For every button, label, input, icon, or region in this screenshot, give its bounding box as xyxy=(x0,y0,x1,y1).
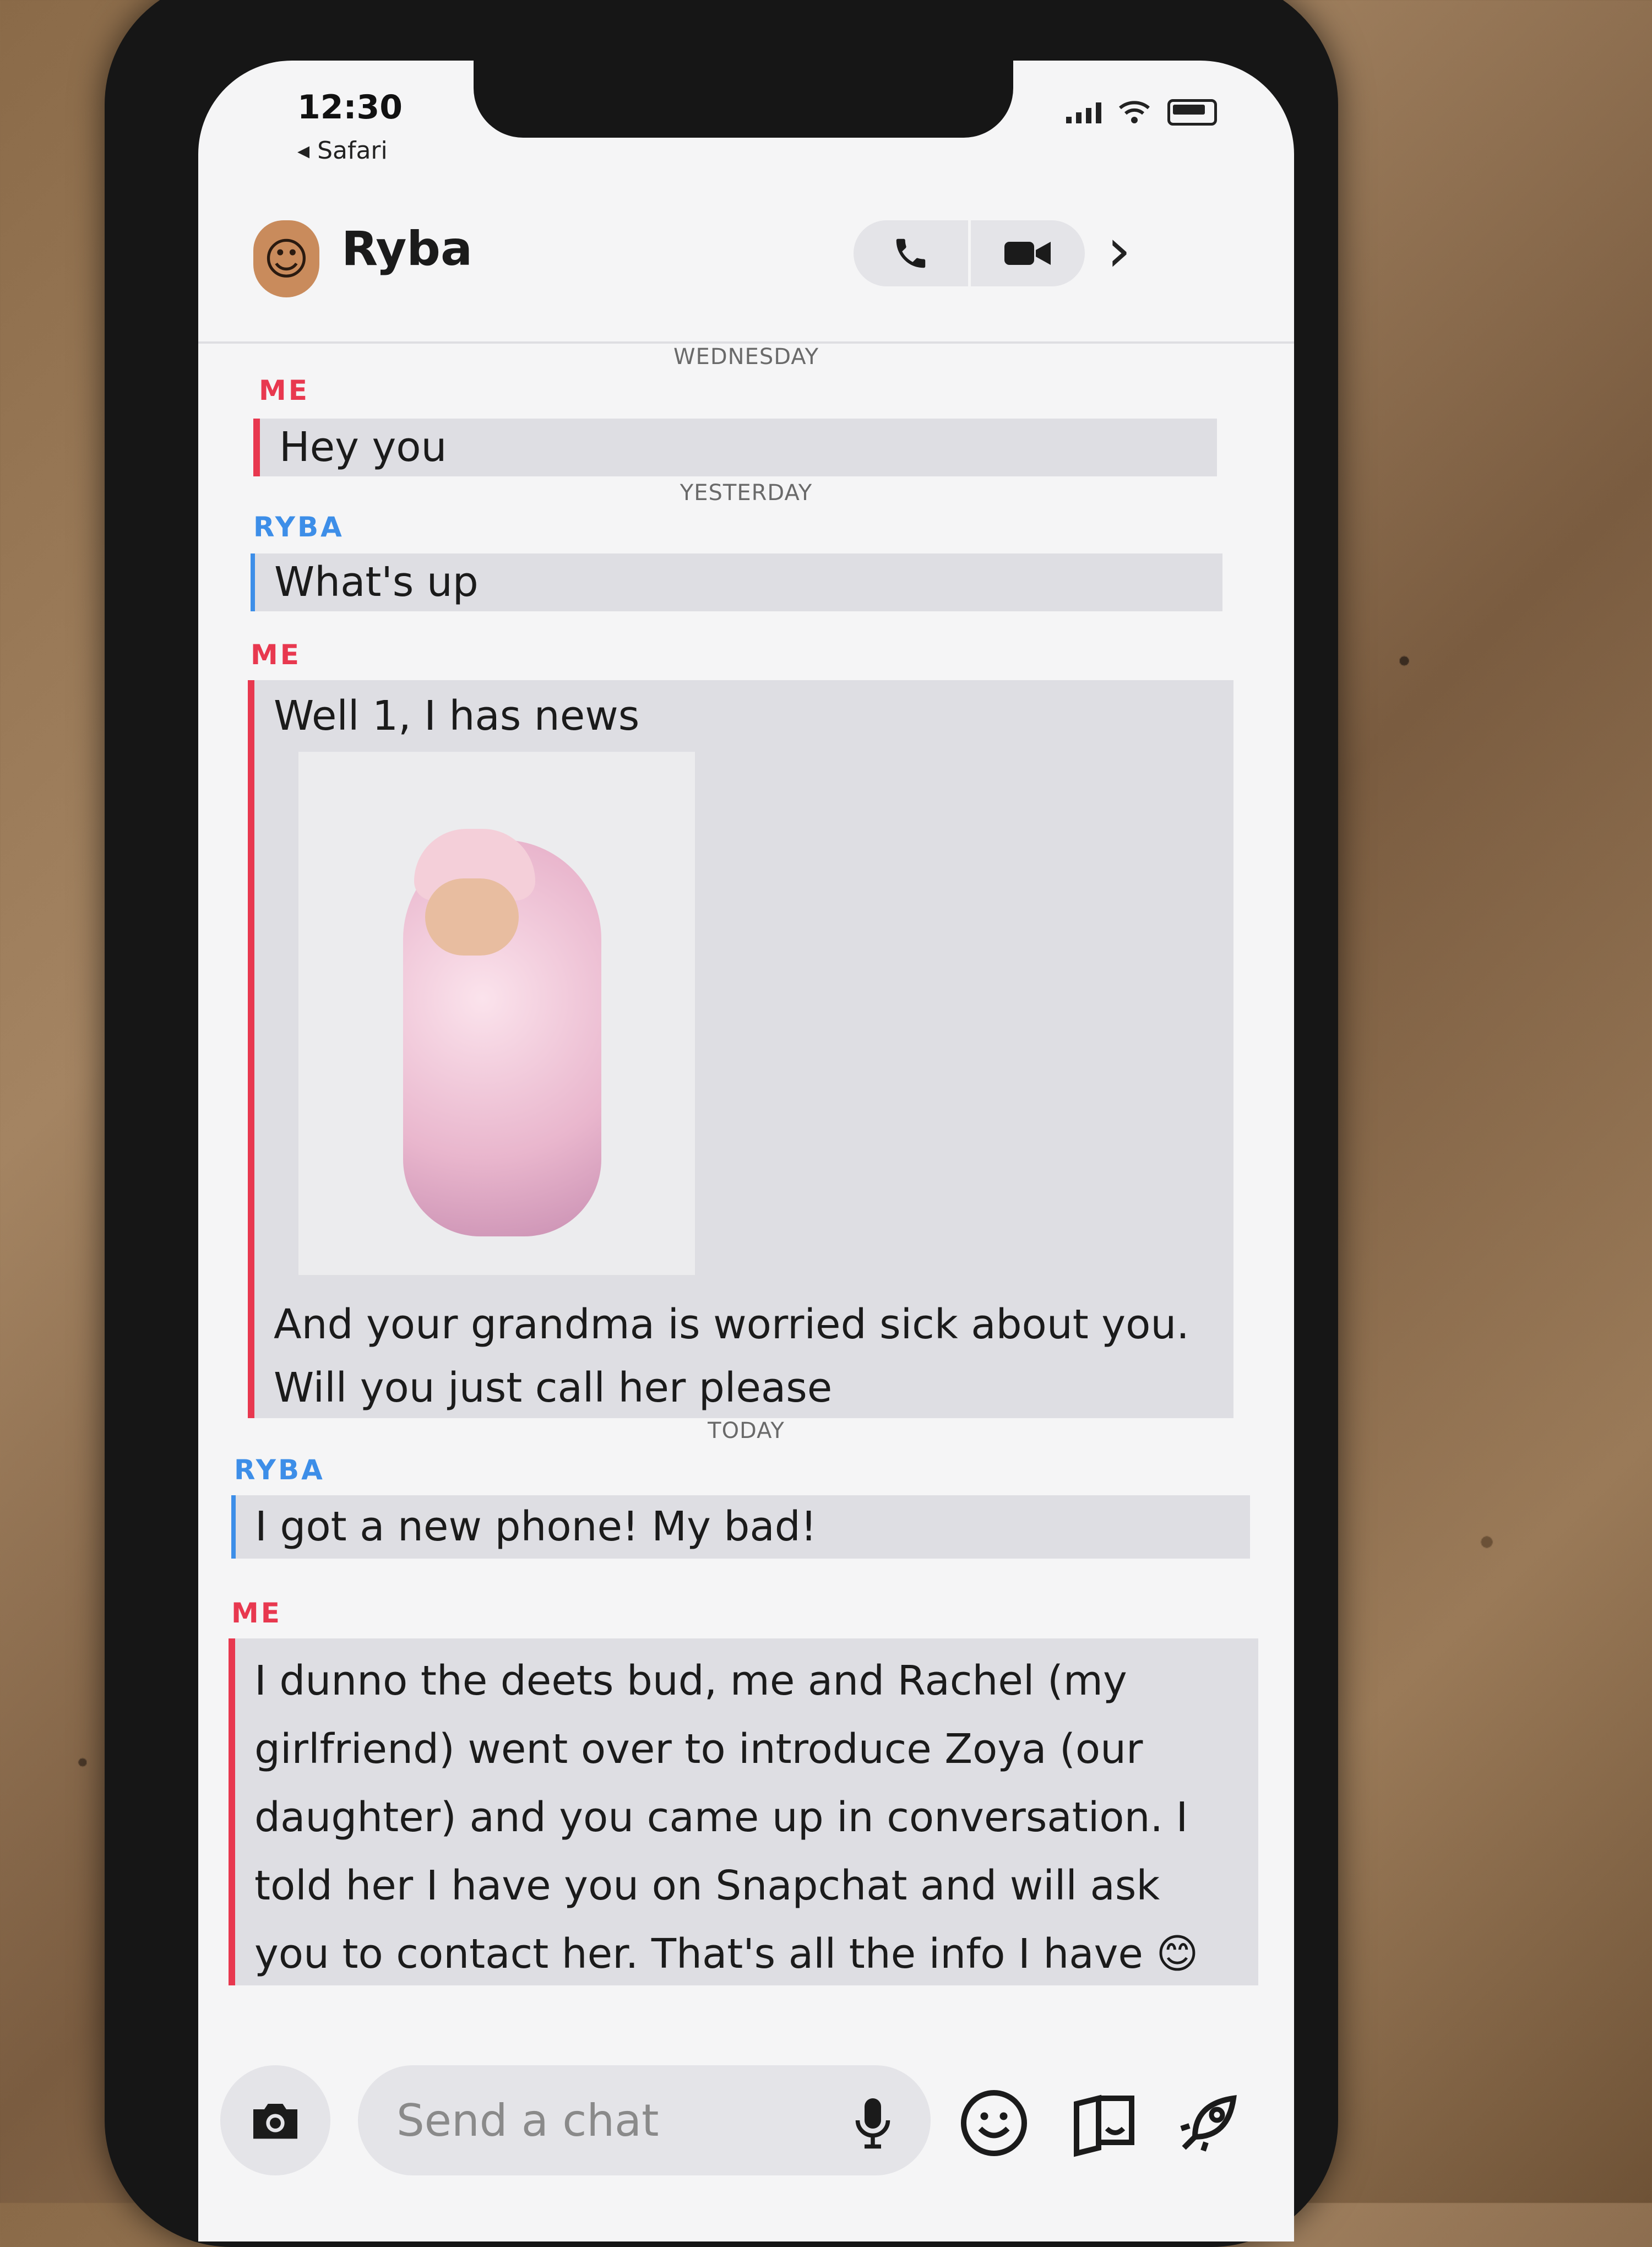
message-text: daughter) and you came up in conversatio… xyxy=(254,1794,1188,1841)
message-text: I got a new phone! My bad! xyxy=(255,1503,817,1550)
battery-icon xyxy=(1167,99,1217,126)
day-label: YESTERDAY xyxy=(680,480,813,506)
status-time: 12:30 xyxy=(297,88,403,127)
chat-header: ☺ Ryba › xyxy=(198,182,1294,344)
emoji-icon[interactable] xyxy=(958,2087,1030,2159)
message-text: girlfriend) went over to introduce Zoya … xyxy=(254,1725,1143,1773)
message-bubble[interactable]: What's up xyxy=(251,553,1222,611)
message-bubble[interactable]: I dunno the deets bud, me and Rachel (my… xyxy=(229,1638,1258,1985)
baby-face xyxy=(425,878,519,956)
message-text: Hey you xyxy=(279,424,447,471)
phone-screen: 12:30 ◂ Safari ☺ Ryba › WEDNESDAY ME Hey… xyxy=(198,61,1294,2241)
status-icons xyxy=(1066,99,1217,126)
chevron-right-icon[interactable]: › xyxy=(1107,215,1131,285)
video-camera-icon xyxy=(1004,242,1051,265)
message-text: I dunno the deets bud, me and Rachel (my xyxy=(254,1657,1127,1705)
sender-label-me: ME xyxy=(231,1597,282,1629)
camera-button[interactable] xyxy=(220,2065,330,2175)
stickers-icon[interactable] xyxy=(1068,2087,1140,2159)
message-text: told her I have you on Snapchat and will… xyxy=(254,1862,1160,1909)
back-to-safari-link[interactable]: ◂ Safari xyxy=(297,137,388,165)
sender-label-ryba: RYBA xyxy=(253,511,344,543)
message-bubble-with-photo[interactable]: Well 1, I has news And your grandma is w… xyxy=(248,680,1233,1418)
call-buttons xyxy=(854,220,1085,286)
phone-icon xyxy=(896,238,925,268)
message-text: you to contact her. That's all the info … xyxy=(254,1930,1199,1978)
message-text: What's up xyxy=(274,558,479,606)
message-bubble[interactable]: I got a new phone! My bad! xyxy=(231,1495,1250,1559)
sender-label-me: ME xyxy=(251,639,301,671)
message-bubble[interactable]: Hey you xyxy=(253,419,1217,476)
notch xyxy=(474,61,1013,138)
camera-icon xyxy=(253,2104,297,2139)
voice-call-button[interactable] xyxy=(854,220,968,286)
avatar[interactable]: ☺ xyxy=(253,220,319,297)
message-text: And your grandma is worried sick about y… xyxy=(274,1301,1189,1348)
microphone-icon[interactable] xyxy=(854,2096,892,2151)
video-call-button[interactable] xyxy=(968,220,1085,286)
day-label: TODAY xyxy=(708,1418,785,1443)
day-label: WEDNESDAY xyxy=(673,344,819,370)
rocket-icon[interactable] xyxy=(1173,2087,1245,2159)
message-text: Well 1, I has news xyxy=(274,692,640,740)
sender-label-ryba: RYBA xyxy=(234,1454,325,1486)
sender-label-me: ME xyxy=(259,374,309,406)
baby-photo[interactable] xyxy=(298,752,695,1275)
message-text: Will you just call her please xyxy=(274,1364,833,1412)
chat-composer xyxy=(198,2043,1294,2208)
wifi-icon xyxy=(1119,101,1150,123)
send-chat-input[interactable] xyxy=(358,2065,931,2175)
chat-title[interactable]: Ryba xyxy=(341,221,472,276)
signal-icon xyxy=(1066,101,1101,123)
